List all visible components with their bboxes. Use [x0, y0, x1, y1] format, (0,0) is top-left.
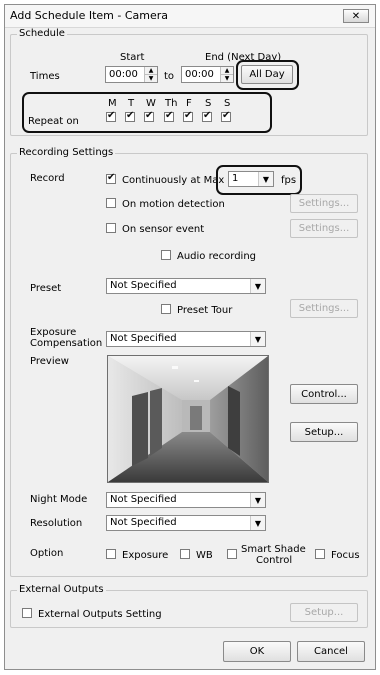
- chevron-down-icon[interactable]: ▼: [250, 493, 265, 507]
- control-button[interactable]: Control...: [290, 384, 358, 404]
- external-outputs-label: External Outputs Setting: [38, 609, 162, 620]
- corridor-preview-graphic: [108, 356, 268, 482]
- chevron-down-icon[interactable]: ▼: [250, 279, 265, 293]
- times-label: Times: [30, 71, 60, 82]
- option-exposure-checkbox[interactable]: [106, 549, 116, 559]
- option-exposure-label: Exposure: [122, 550, 169, 561]
- preset-select[interactable]: Not Specified ▼: [106, 278, 266, 294]
- motion-settings-button[interactable]: Settings...: [290, 194, 358, 213]
- schedule-legend: Schedule: [17, 28, 67, 39]
- option-wb-checkbox[interactable]: [180, 549, 190, 559]
- option-wb-label: WB: [196, 550, 213, 561]
- night-mode-label: Night Mode: [30, 494, 88, 505]
- cancel-button[interactable]: Cancel: [297, 641, 365, 662]
- audio-label: Audio recording: [177, 251, 257, 262]
- external-outputs-checkbox[interactable]: [22, 608, 32, 618]
- option-smart-shade-label-line2: Control: [256, 555, 293, 566]
- preset-value: Not Specified: [110, 280, 177, 291]
- chevron-down-icon[interactable]: ▼: [250, 332, 265, 346]
- resolution-select[interactable]: Not Specified ▼: [106, 515, 266, 531]
- preset-settings-button[interactable]: Settings...: [290, 299, 358, 318]
- spin-up-icon[interactable]: ▲: [145, 67, 157, 75]
- preset-tour-label: Preset Tour: [177, 305, 233, 316]
- end-time-input[interactable]: 00:00 ▲ ▼: [181, 66, 234, 83]
- option-smart-shade-label-line1: Smart Shade: [241, 544, 306, 555]
- camera-preview-image: [107, 355, 269, 483]
- spin-up-icon[interactable]: ▲: [221, 67, 233, 75]
- resolution-value: Not Specified: [110, 517, 177, 528]
- repeat-highlight: [22, 92, 272, 133]
- option-focus-label: Focus: [331, 550, 360, 561]
- window-title: Add Schedule Item - Camera: [10, 9, 169, 22]
- chevron-down-icon[interactable]: ▼: [250, 516, 265, 530]
- close-icon: ✕: [351, 10, 361, 22]
- motion-label: On motion detection: [122, 199, 225, 210]
- all-day-highlight: [236, 60, 299, 90]
- start-time-input[interactable]: 00:00 ▲ ▼: [105, 66, 158, 83]
- audio-checkbox[interactable]: [161, 250, 171, 260]
- start-label: Start: [120, 52, 145, 63]
- end-time-value: 00:00: [185, 69, 214, 80]
- preset-tour-checkbox[interactable]: [161, 304, 171, 314]
- end-time-spinner[interactable]: ▲ ▼: [220, 67, 233, 82]
- exposure-select[interactable]: Not Specified ▼: [106, 331, 266, 347]
- continuous-checkbox[interactable]: [106, 172, 116, 184]
- recording-legend: Recording Settings: [17, 147, 116, 158]
- title-bar[interactable]: Add Schedule Item - Camera ✕: [5, 5, 375, 28]
- option-label: Option: [30, 548, 64, 559]
- sensor-checkbox[interactable]: [106, 223, 116, 233]
- external-outputs-legend: External Outputs: [17, 584, 106, 595]
- motion-checkbox[interactable]: [106, 198, 116, 208]
- continuous-label: Continuously at Max: [122, 175, 225, 186]
- spin-down-icon[interactable]: ▼: [221, 75, 233, 82]
- option-smart-shade-checkbox[interactable]: [227, 549, 237, 559]
- resolution-label: Resolution: [30, 518, 83, 529]
- sensor-settings-button[interactable]: Settings...: [290, 219, 358, 238]
- record-label: Record: [30, 173, 65, 184]
- option-focus-checkbox[interactable]: [315, 549, 325, 559]
- to-label: to: [164, 71, 175, 82]
- preset-label: Preset: [30, 283, 62, 294]
- exposure-label-line1: Exposure: [30, 327, 77, 338]
- fps-highlight: [216, 165, 302, 195]
- sensor-label: On sensor event: [122, 224, 205, 235]
- external-setup-button[interactable]: Setup...: [290, 603, 358, 622]
- start-time-value: 00:00: [109, 69, 138, 80]
- exposure-label-line2: Compensation: [30, 338, 103, 349]
- spin-down-icon[interactable]: ▼: [145, 75, 157, 82]
- night-mode-select[interactable]: Not Specified ▼: [106, 492, 266, 508]
- ok-button[interactable]: OK: [223, 641, 291, 662]
- preview-label: Preview: [30, 356, 69, 367]
- night-mode-value: Not Specified: [110, 494, 177, 505]
- preview-setup-button[interactable]: Setup...: [290, 422, 358, 442]
- close-button[interactable]: ✕: [343, 9, 369, 23]
- start-time-spinner[interactable]: ▲ ▼: [144, 67, 157, 82]
- exposure-value: Not Specified: [110, 333, 177, 344]
